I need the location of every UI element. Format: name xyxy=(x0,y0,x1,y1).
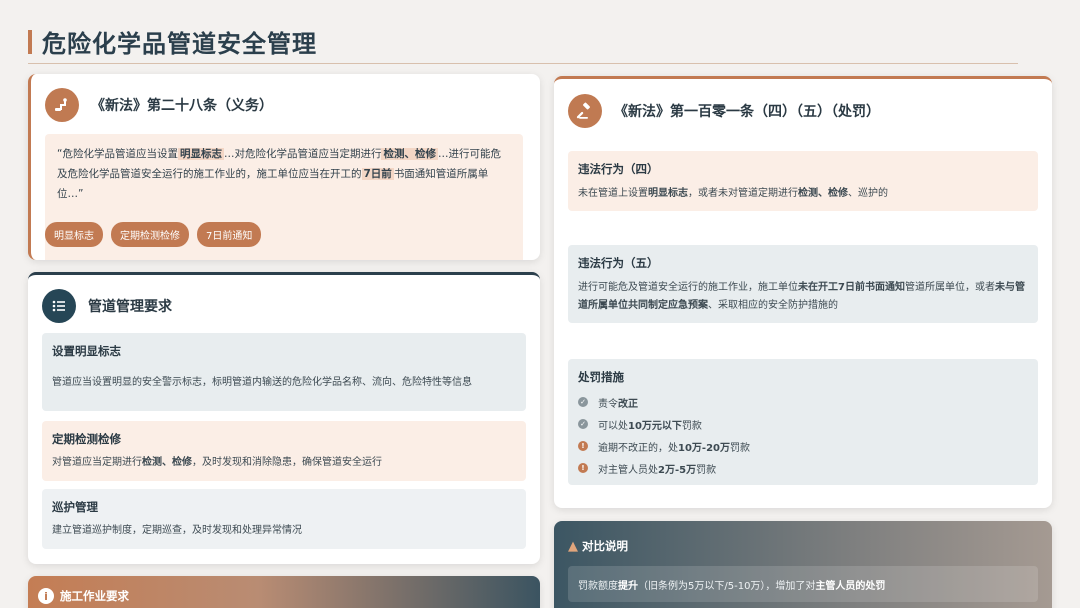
title-accent-bar xyxy=(28,30,32,54)
penalty-row: ✓ 可以处 10万元以下 罚款 xyxy=(578,413,1028,435)
penalty-row: ! 逾期不改正的，处 10万-20万 罚款 xyxy=(578,435,1028,457)
violation-text: 管道所属单位，或者 xyxy=(904,282,995,293)
compare-card: ▲ 对比说明 罚款额度提升（旧条例为5万以下/5-10万），增加了对主管人员的处… xyxy=(554,521,1052,608)
req-desc: 建立管道巡护制度，定期巡查，及时发现和处理异常情况 xyxy=(52,525,302,536)
tag-inspection: 定期检测检修 xyxy=(111,222,189,247)
violation-text: 、巡护的 xyxy=(848,188,888,199)
penalty-row: ! 对主管人员处 2万-5万 罚款 xyxy=(578,457,1028,479)
req-heading: 定期检测检修 xyxy=(52,432,121,446)
tag-marking: 明显标志 xyxy=(45,222,103,247)
penalty-list: ✓ 责令 改正 ✓ 可以处 10万元以下 罚款 ! 逾期不改正的，处 10万-20万 罚款… xyxy=(578,391,1028,479)
tag-notice: 7日前通知 xyxy=(197,222,262,247)
req-desc: 管道应当设置明显的安全警示标志，标明管道内输送的危险化学品名称、流向、危险特性等… xyxy=(52,377,472,388)
violation-bold: 检测、检修 xyxy=(798,188,848,199)
penalty-text: 责令 xyxy=(598,398,618,410)
list-icon xyxy=(42,289,76,323)
req-desc-bold: 检测、检修 xyxy=(142,457,192,468)
violation5-box: 违法行为（五） 进行可能危及管道安全运行的施工作业，施工单位未在开工7日前书面通… xyxy=(568,245,1038,323)
violation5-heading: 违法行为（五） xyxy=(578,256,659,270)
penalty-text: 逾期不改正的，处 xyxy=(598,442,678,454)
penalty-bold: 10万-20万 xyxy=(678,442,730,454)
violation4-heading: 违法行为（四） xyxy=(578,162,659,176)
quote-text: …对危险化学品管道应当定期进行 xyxy=(223,148,382,160)
req-item-inspection: 定期检测检修 对管道应当定期进行检测、检修，及时发现和消除隐患，确保管道安全运行 xyxy=(42,421,526,481)
compare-header: ▲ 对比说明 xyxy=(568,538,628,554)
penalty-bold: 改正 xyxy=(618,398,638,410)
article101-title: 《新法》第一百零一条（四）（五）（处罚） xyxy=(614,104,880,120)
alert-circle-icon: ! xyxy=(578,463,588,473)
pipeline-card: 管道管理要求 设置明显标志 管道应当设置明显的安全警示标志，标明管道内输送的危险… xyxy=(28,272,540,564)
req-desc-text: ，及时发现和消除隐患，确保管道安全运行 xyxy=(192,457,382,468)
compare-bold: 提升 xyxy=(618,581,638,592)
violation-text: 未在管道上设置 xyxy=(578,188,648,199)
compare-text: 罚款额度 xyxy=(578,581,618,592)
check-circle-icon: ✓ xyxy=(578,397,588,407)
compare-text: （旧条例为5万以下/5-10万），增加了对 xyxy=(638,581,816,592)
penalty-row: ✓ 责令 改正 xyxy=(578,391,1028,413)
pipe-icon xyxy=(45,88,79,122)
quote-highlight: 明显标志 xyxy=(177,148,224,160)
construction-card: i 施工作业要求 xyxy=(28,576,540,608)
penalty-text: 罚款 xyxy=(696,464,717,476)
req-item-patrol: 巡护管理 建立管道巡护制度，定期巡查，及时发现和处理异常情况 xyxy=(42,489,526,549)
alert-circle-icon: ! xyxy=(578,441,588,451)
violation-text: 进行可能危及管道安全运行的施工作业，施工单位 xyxy=(578,282,798,293)
req-heading: 设置明显标志 xyxy=(52,344,121,358)
req-item-marking: 设置明显标志 管道应当设置明显的安全警示标志，标明管道内输送的危险化学品名称、流… xyxy=(42,333,526,411)
penalty-box: 处罚措施 ✓ 责令 改正 ✓ 可以处 10万元以下 罚款 ! 逾期不改正的，处 10万-… xyxy=(568,359,1038,485)
violation-bold: 明显标志 xyxy=(648,188,688,199)
req-heading: 巡护管理 xyxy=(52,500,98,514)
quote-text: “危险化学品管道应当设置 xyxy=(57,148,178,160)
info-icon: i xyxy=(38,588,54,604)
quote-highlight: 检测、检修 xyxy=(381,148,438,160)
violation4-box: 违法行为（四） 未在管道上设置明显标志，或者未对管道定期进行检测、检修、巡护的 xyxy=(568,151,1038,211)
article28-header: 《新法》第二十八条（义务） xyxy=(45,88,273,122)
construction-header: i 施工作业要求 xyxy=(38,588,129,604)
page-header: 危险化学品管道安全管理 xyxy=(28,22,1018,64)
compare-title: 对比说明 xyxy=(582,539,628,553)
penalty-bold: 2万-5万 xyxy=(658,464,697,476)
article28-tags: 明显标志 定期检测检修 7日前通知 xyxy=(45,222,262,247)
check-circle-icon: ✓ xyxy=(578,419,588,429)
pipeline-title: 管道管理要求 xyxy=(88,299,172,315)
article101-card: 《新法》第一百零一条（四）（五）（处罚） 违法行为（四） 未在管道上设置明显标志… xyxy=(554,76,1052,508)
violation-text: ，或者未对管道定期进行 xyxy=(688,188,798,199)
penalty-bold: 10万元以下 xyxy=(628,420,682,432)
violation-text: 、采取相应的安全防护措施的 xyxy=(708,300,838,311)
quote-highlight: 7日前 xyxy=(361,168,394,180)
pipeline-header: 管道管理要求 xyxy=(42,289,172,323)
penalty-text: 罚款 xyxy=(729,442,750,454)
compare-body: 罚款额度提升（旧条例为5万以下/5-10万），增加了对主管人员的处罚 xyxy=(568,566,1038,602)
article101-header: 《新法》第一百零一条（四）（五）（处罚） xyxy=(568,94,880,128)
req-desc-text: 对管道应当定期进行 xyxy=(52,457,142,468)
gavel-icon xyxy=(568,94,602,128)
page-title: 危险化学品管道安全管理 xyxy=(42,30,317,58)
warning-icon: ▲ xyxy=(568,538,578,554)
violation5-desc: 进行可能危及管道安全运行的施工作业，施工单位未在开工7日前书面通知管道所属单位，… xyxy=(578,279,1028,315)
compare-bold: 主管人员的处罚 xyxy=(815,581,886,592)
violation-bold: 未在开工7日前书面通知 xyxy=(798,282,905,293)
penalty-text: 对主管人员处 xyxy=(598,464,658,476)
penalty-text: 可以处 xyxy=(598,420,628,432)
req-desc: 对管道应当定期进行检测、检修，及时发现和消除隐患，确保管道安全运行 xyxy=(52,455,516,471)
penalty-heading: 处罚措施 xyxy=(578,370,624,384)
article28-card: 《新法》第二十八条（义务） “危险化学品管道应当设置 明显标志 …对危险化学品管道应… xyxy=(28,74,540,260)
construction-title: 施工作业要求 xyxy=(60,589,129,603)
penalty-text: 罚款 xyxy=(681,420,702,432)
article28-title: 《新法》第二十八条（义务） xyxy=(91,98,273,114)
violation4-desc: 未在管道上设置明显标志，或者未对管道定期进行检测、检修、巡护的 xyxy=(578,185,1028,203)
